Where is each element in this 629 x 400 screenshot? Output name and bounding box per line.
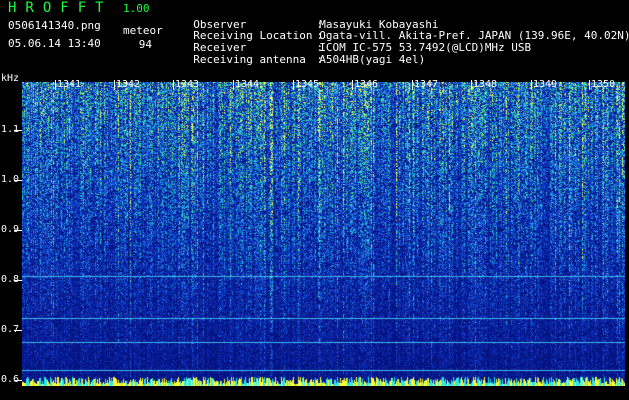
x-tick-label: 1345 — [295, 79, 320, 90]
x-tick-label: 1349 — [533, 79, 558, 90]
spectrogram-canvas — [22, 82, 625, 386]
datetime-label: 05.06.14 13:40 — [8, 37, 101, 50]
y-tick — [14, 230, 22, 231]
meteor-count: 94 — [138, 38, 152, 51]
y-tick — [14, 180, 22, 181]
y-tick — [14, 330, 22, 331]
x-tick-label: 1348 — [473, 79, 498, 90]
y-tick — [14, 280, 22, 281]
x-tick-label: 1341 — [57, 79, 82, 90]
x-tick-label: 1343 — [175, 79, 200, 90]
info-row-antenna: Receiving antenna : A504HB(yagi 4el) — [180, 39, 425, 67]
x-tick-label: 1346 — [354, 79, 379, 90]
y-unit-label: kHz — [1, 73, 20, 84]
app-version: 1.00 — [123, 2, 150, 15]
x-tick — [173, 80, 174, 90]
x-tick — [293, 80, 294, 90]
time-axis: 1341 1342 1343 1344 1345 1346 1347 1348 … — [22, 80, 625, 92]
x-tick — [531, 80, 532, 90]
x-tick-label: 1350 — [591, 79, 616, 90]
x-tick — [589, 80, 590, 90]
info-key: Receiving antenna — [193, 53, 306, 66]
x-tick-label: 1342 — [116, 79, 141, 90]
y-tick — [14, 130, 22, 131]
x-tick — [114, 80, 115, 90]
x-tick-label: 1347 — [414, 79, 439, 90]
x-tick — [352, 80, 353, 90]
spectrogram — [22, 82, 625, 386]
info-value: A504HB(yagi 4el) — [319, 53, 426, 66]
app-title: HROFFT — [8, 0, 113, 16]
y-tick — [14, 380, 22, 381]
info-separator: : — [303, 53, 330, 66]
x-tick — [55, 80, 56, 90]
x-tick-label: 1344 — [235, 79, 260, 90]
x-tick — [471, 80, 472, 90]
frequency-axis: kHz 1.1 1.0 0.9 0.8 0.7 0.6 — [0, 72, 22, 400]
x-tick — [412, 80, 413, 90]
meteor-label: meteor — [123, 24, 163, 37]
x-tick — [233, 80, 234, 90]
filename-label: 0506141340.png — [8, 19, 101, 32]
